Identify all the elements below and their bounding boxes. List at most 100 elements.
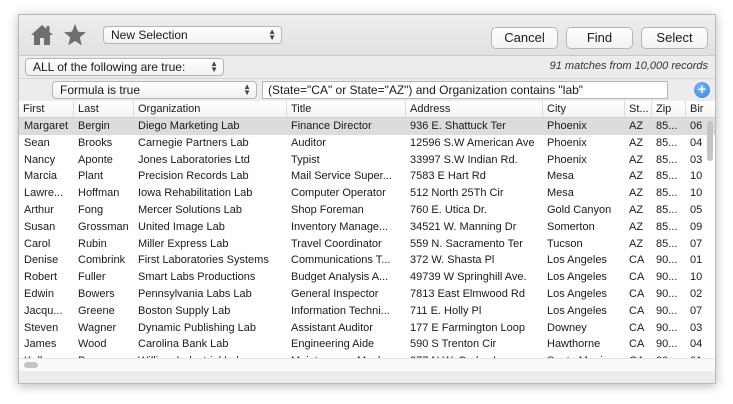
table-cell: 936 E. Shattuck Ter bbox=[410, 120, 506, 132]
formula-input[interactable]: (State="CA" or State="AZ") and Organizat… bbox=[262, 81, 668, 99]
find-button[interactable]: Find bbox=[566, 27, 633, 49]
table-cell: Robert bbox=[24, 271, 58, 284]
table-cell: Auditor bbox=[291, 136, 326, 149]
table-row[interactable]: Margaret Bergin Diego Marketing Lab Finance… bbox=[19, 118, 715, 135]
table-cell: Iowa Rehabilitation Lab bbox=[138, 187, 253, 200]
table-cell: Wagner bbox=[78, 321, 117, 334]
table-row[interactable]: Lawre... Hoffman Iowa Rehabilitation Lab Co… bbox=[19, 185, 715, 202]
table-cell: Computer Operator bbox=[291, 187, 386, 200]
table-cell: 05 bbox=[690, 203, 703, 216]
table-cell: Marcia bbox=[24, 170, 58, 183]
table-cell: 372 W. Shasta Pl bbox=[410, 254, 495, 267]
table-cell: United Image Lab bbox=[138, 220, 225, 233]
selection-mode-label: New Selection bbox=[111, 28, 188, 42]
column-header[interactable]: Title bbox=[286, 101, 405, 117]
table-row[interactable]: Edwin Bowers Pennsylvania Labs Lab General … bbox=[19, 286, 715, 303]
select-button[interactable]: Select bbox=[641, 27, 708, 49]
match-mode-label: ALL of the following are true: bbox=[33, 60, 186, 74]
table-cell: 85... bbox=[656, 153, 678, 166]
table-row[interactable]: Jacqu... Greene Boston Supply Lab Informati… bbox=[19, 303, 715, 320]
column-header[interactable]: Organization bbox=[133, 101, 286, 117]
table-cell: General Inspector bbox=[291, 287, 379, 300]
table-cell: 760 E. Utica Dr. bbox=[410, 203, 488, 216]
table-cell: Phoenix bbox=[547, 120, 587, 132]
column-header[interactable]: Address bbox=[405, 101, 542, 117]
table-cell: 10 bbox=[690, 187, 703, 200]
column-header[interactable]: Last bbox=[73, 101, 133, 117]
column-header[interactable]: City bbox=[542, 101, 624, 117]
plus-icon[interactable]: + bbox=[694, 82, 710, 98]
table-cell: Wood bbox=[78, 338, 107, 351]
table-cell: AZ bbox=[629, 153, 644, 166]
table-cell: Miller Express Lab bbox=[138, 237, 229, 250]
table-cell: 03 bbox=[690, 321, 703, 334]
table-cell: Phoenix bbox=[547, 153, 587, 166]
table-cell: Brooks bbox=[78, 136, 113, 149]
column-header[interactable]: Zip bbox=[651, 101, 685, 117]
table-cell: CA bbox=[629, 321, 645, 334]
table-row[interactable]: Steven Wagner Dynamic Publishing Lab Assist… bbox=[19, 320, 715, 337]
table-cell: 7583 E Hart Rd bbox=[410, 170, 486, 183]
match-mode-popup[interactable]: ALL of the following are true: ▲ ▼ bbox=[25, 58, 224, 76]
table-row[interactable]: Robert Fuller Smart Labs Productions Budget… bbox=[19, 269, 715, 286]
table-cell: AZ bbox=[629, 203, 644, 216]
table-row[interactable]: Nancy Aponte Jones Laboratories Ltd Typist 3… bbox=[19, 152, 715, 169]
table-cell: 01 bbox=[690, 254, 703, 267]
table-cell: Plant bbox=[78, 170, 104, 183]
table-cell: 85... bbox=[656, 237, 678, 250]
chevron-updown-icon: ▲ ▼ bbox=[243, 82, 251, 97]
table-cell: Los Angeles bbox=[547, 254, 607, 267]
table-row[interactable]: Carol Rubin Miller Express Lab Travel Coord… bbox=[19, 236, 715, 253]
table-row[interactable]: Marcia Plant Precision Records Lab Mail Ser… bbox=[19, 168, 715, 185]
table-cell: Margaret bbox=[24, 120, 69, 132]
table-cell: 85... bbox=[656, 203, 678, 216]
column-header[interactable]: Bir bbox=[685, 101, 715, 117]
table-cell: Aponte bbox=[78, 153, 113, 166]
table-cell: Steven bbox=[24, 321, 59, 334]
table-cell: 49739 W Springhill Ave. bbox=[410, 271, 527, 284]
home-icon[interactable] bbox=[30, 23, 54, 47]
table-cell: Dynamic Publishing Lab bbox=[138, 321, 257, 334]
table-cell: Finance Director bbox=[291, 120, 372, 132]
table-cell: Precision Records Lab bbox=[138, 170, 249, 183]
table-cell: 34521 W. Manning Dr bbox=[410, 220, 517, 233]
table-row[interactable]: Denise Combrink First Laboratories Systems… bbox=[19, 252, 715, 269]
table-cell: 711 E. Holly Pl bbox=[410, 304, 482, 317]
table-cell: Tucson bbox=[547, 237, 583, 250]
table-cell: 90... bbox=[656, 287, 678, 300]
table-cell: Information Techni... bbox=[291, 304, 390, 317]
table-cell: Denise bbox=[24, 254, 59, 267]
table-cell: Grossman bbox=[78, 220, 129, 233]
table-body: Margaret Bergin Diego Marketing Lab Finance… bbox=[19, 118, 715, 370]
selection-mode-popup[interactable]: New Selection ▲ ▼ bbox=[103, 26, 282, 44]
column-header[interactable]: First bbox=[19, 101, 73, 117]
table-cell: Carnegie Partners Lab bbox=[138, 136, 249, 149]
table-cell: Edwin bbox=[24, 287, 54, 300]
table-cell: James bbox=[24, 338, 57, 351]
table-cell: 90... bbox=[656, 321, 678, 334]
table-cell: AZ bbox=[629, 136, 644, 149]
rule-operator-popup[interactable]: Formula is true ▲ ▼ bbox=[52, 81, 257, 99]
table-cell: Assistant Auditor bbox=[291, 321, 373, 334]
horizontal-scrollbar[interactable] bbox=[24, 362, 38, 368]
table-cell: AZ bbox=[629, 187, 644, 200]
table-row[interactable]: Susan Grossman United Image Lab Inventory M… bbox=[19, 219, 715, 236]
table-cell: 85... bbox=[656, 187, 678, 200]
table-row[interactable]: James Wood Carolina Bank Lab Engineering Ai… bbox=[19, 336, 715, 353]
chevron-updown-icon: ▲ ▼ bbox=[210, 59, 218, 74]
table-cell: Boston Supply Lab bbox=[138, 304, 231, 317]
table-cell: Rubin bbox=[78, 237, 107, 250]
table-cell: Carol bbox=[24, 237, 51, 250]
table-cell: Shop Foreman bbox=[291, 203, 364, 216]
table-row[interactable]: Sean Brooks Carnegie Partners Lab Auditor 12… bbox=[19, 135, 715, 152]
column-header[interactable]: St... bbox=[624, 101, 651, 117]
rule-operator-label: Formula is true bbox=[60, 83, 141, 97]
star-icon[interactable] bbox=[63, 23, 87, 47]
table-row[interactable]: Arthur Fong Mercer Solutions Lab Shop Forem… bbox=[19, 202, 715, 219]
table-cell: Hoffman bbox=[78, 187, 120, 200]
table-cell: 90... bbox=[656, 271, 678, 284]
cancel-button[interactable]: Cancel bbox=[491, 27, 558, 49]
table-cell: Phoenix bbox=[547, 136, 587, 149]
vertical-scrollbar[interactable] bbox=[707, 121, 713, 161]
table-cell: 07 bbox=[690, 237, 703, 250]
